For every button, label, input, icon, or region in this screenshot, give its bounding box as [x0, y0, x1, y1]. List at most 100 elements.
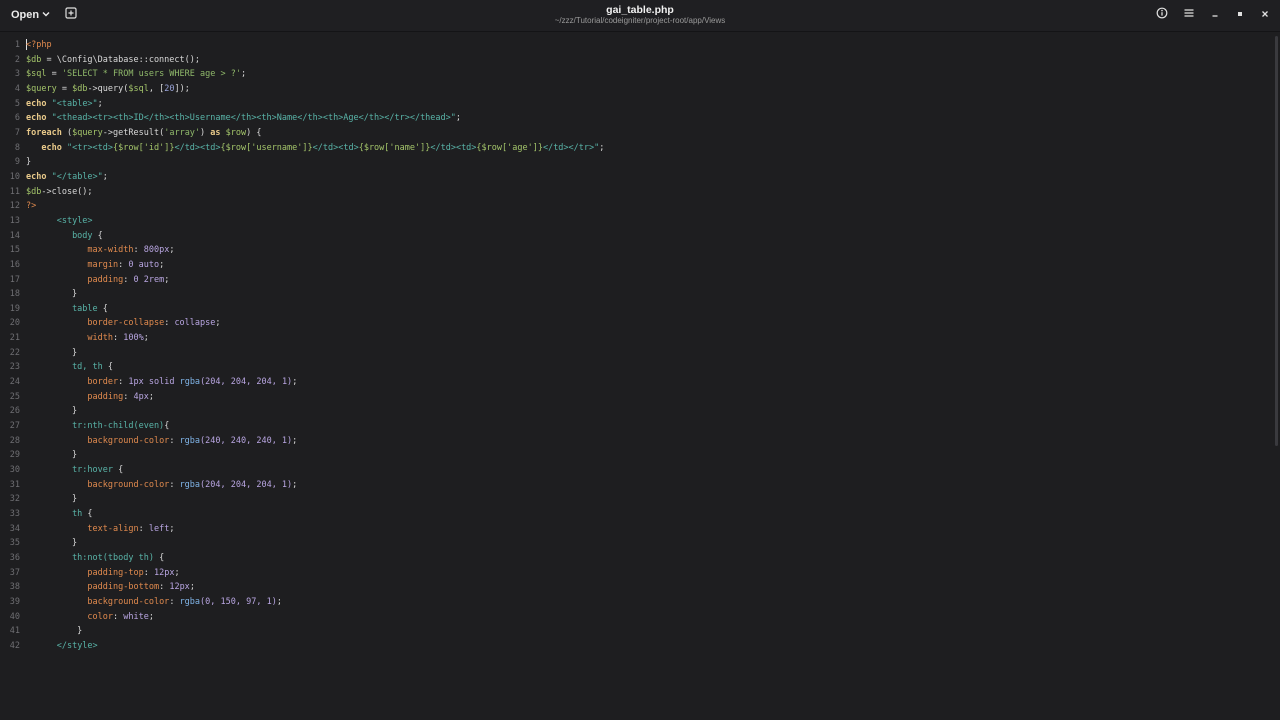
code-line[interactable]: 23 td, th {: [0, 360, 1270, 375]
line-content: echo "<tr><td>{$row['id']}</td><td>{$row…: [26, 141, 604, 156]
code-line[interactable]: 4 $query = $db->query($sql, [20]);: [0, 82, 1270, 97]
code-line[interactable]: 15 max-width: 800px;: [0, 243, 1270, 258]
code-line[interactable]: 12 ?>: [0, 199, 1270, 214]
line-number: 6: [14, 113, 20, 124]
line-number: 11: [9, 186, 20, 197]
code-token: ?>: [26, 201, 37, 212]
code-token: <style>: [56, 215, 93, 226]
code-line[interactable]: 36 th:not(tbody th) {: [0, 551, 1270, 566]
code-token: white: [123, 611, 149, 622]
code-token: rgba: [179, 435, 201, 446]
code-token: ): [200, 127, 211, 138]
line-content: max-width: 800px;: [26, 243, 174, 258]
code-line[interactable]: 37 padding-top: 12px;: [0, 566, 1270, 581]
code-token: "<thead><tr><th>ID</th><th>Username</th>…: [51, 113, 456, 124]
code-line[interactable]: 40 color: white;: [0, 610, 1270, 625]
code-line[interactable]: 7 foreach ($query->getResult('array') as …: [0, 126, 1270, 141]
code-line[interactable]: 16 margin: 0 auto;: [0, 258, 1270, 273]
code-token: (204, 204, 204, 1): [200, 377, 293, 388]
code-line[interactable]: 21 width: 100%;: [0, 331, 1270, 346]
line-number: 35: [9, 538, 20, 549]
line-number: 9: [14, 157, 20, 168]
code-line[interactable]: 11 $db->close();: [0, 185, 1270, 200]
line-number: 16: [9, 259, 20, 270]
code-line[interactable]: 30 tr:hover {: [0, 463, 1270, 478]
code-line[interactable]: 14 body {: [0, 229, 1270, 244]
code-token: 100%: [123, 333, 144, 344]
line-content: border-collapse: collapse;: [26, 316, 221, 331]
new-tab-button[interactable]: [61, 5, 81, 25]
code-token: background-color: [87, 479, 170, 490]
code-line[interactable]: 38 padding-bottom: 12px;: [0, 580, 1270, 595]
code-editor[interactable]: 1 <?php 2 $db = \Config\Database::connect()…: [0, 32, 1280, 720]
code-token: margin: [87, 259, 119, 270]
code-line[interactable]: 20 border-collapse: collapse;: [0, 316, 1270, 331]
code-line[interactable]: 28 background-color: rgba(240, 240, 240,…: [0, 434, 1270, 449]
line-content: padding: 4px;: [26, 390, 154, 405]
minimize-button[interactable]: [1205, 5, 1225, 25]
code-line[interactable]: 17 padding: 0 2rem;: [0, 273, 1270, 288]
code-line[interactable]: 41 }: [0, 624, 1270, 639]
code-view[interactable]: 1 <?php 2 $db = \Config\Database::connect()…: [0, 38, 1270, 654]
code-line[interactable]: 2 $db = \Config\Database::connect();: [0, 53, 1270, 68]
line-number: 38: [9, 582, 20, 593]
code-token: 1px solid: [128, 377, 180, 388]
code-line[interactable]: 35 }: [0, 536, 1270, 551]
close-button[interactable]: [1255, 5, 1275, 25]
code-token: :: [169, 435, 180, 446]
line-content: background-color: rgba(240, 240, 240, 1)…: [26, 434, 297, 449]
code-line[interactable]: 5 echo "<table>";: [0, 97, 1270, 112]
code-token: ;: [215, 318, 221, 329]
code-token: ) {: [246, 127, 262, 138]
code-line[interactable]: 26 }: [0, 404, 1270, 419]
chevron-down-icon: [42, 9, 50, 21]
code-line[interactable]: 9}: [0, 155, 1270, 170]
line-content: color: white;: [26, 610, 154, 625]
new-tab-icon: [65, 6, 77, 24]
code-token: ;: [169, 245, 175, 256]
code-token: ;: [174, 567, 180, 578]
code-line[interactable]: 19 table {: [0, 302, 1270, 317]
code-line[interactable]: 31 background-color: rgba(204, 204, 204,…: [0, 478, 1270, 493]
code-line[interactable]: 18 }: [0, 287, 1270, 302]
code-line[interactable]: 42 </style>: [0, 639, 1270, 654]
code-token: echo: [26, 98, 47, 109]
code-token: :: [159, 582, 170, 593]
line-content: }: [26, 287, 77, 302]
open-button[interactable]: Open: [6, 5, 55, 25]
document-info-button[interactable]: [1152, 5, 1172, 25]
line-content: }: [26, 536, 77, 551]
main-menu-button[interactable]: [1179, 5, 1199, 25]
code-line[interactable]: 34 text-align: left;: [0, 522, 1270, 537]
code-line[interactable]: 22 }: [0, 346, 1270, 361]
code-line[interactable]: 8 echo "<tr><td>{$row['id']}</td><td>{$r…: [0, 141, 1270, 156]
vertical-scrollbar[interactable]: [1275, 36, 1278, 446]
code-token: {: [82, 509, 93, 519]
code-line[interactable]: 10 echo "</table>";: [0, 170, 1270, 185]
code-token: (0, 150, 97, 1): [200, 596, 277, 607]
code-token: ;: [102, 171, 108, 182]
code-token: ;: [159, 259, 165, 270]
maximize-button[interactable]: [1230, 5, 1250, 25]
code-line[interactable]: 3 $sql = 'SELECT * FROM users WHERE age >…: [0, 67, 1270, 82]
open-label: Open: [11, 9, 40, 21]
code-line[interactable]: 13 <style>: [0, 214, 1270, 229]
code-line[interactable]: 1 <?php: [0, 38, 1270, 53]
code-line[interactable]: 29 }: [0, 448, 1270, 463]
line-number: 20: [9, 318, 20, 329]
header-bar: Open gai_table.php ~/zzz/Tutorial/codeig…: [0, 0, 1280, 32]
code-line[interactable]: 6 echo "<thead><tr><th>ID</th><th>Usernam…: [0, 111, 1270, 126]
code-line[interactable]: 25 padding: 4px;: [0, 390, 1270, 405]
code-token: =: [46, 69, 62, 80]
close-icon: [1260, 6, 1270, 24]
code-line[interactable]: 39 background-color: rgba(0, 150, 97, 1)…: [0, 595, 1270, 610]
code-line[interactable]: 24 border: 1px solid rgba(204, 204, 204,…: [0, 375, 1270, 390]
code-line[interactable]: 32 }: [0, 492, 1270, 507]
code-line[interactable]: 33 th {: [0, 507, 1270, 522]
code-line[interactable]: 27 tr:nth-child(even){: [0, 419, 1270, 434]
